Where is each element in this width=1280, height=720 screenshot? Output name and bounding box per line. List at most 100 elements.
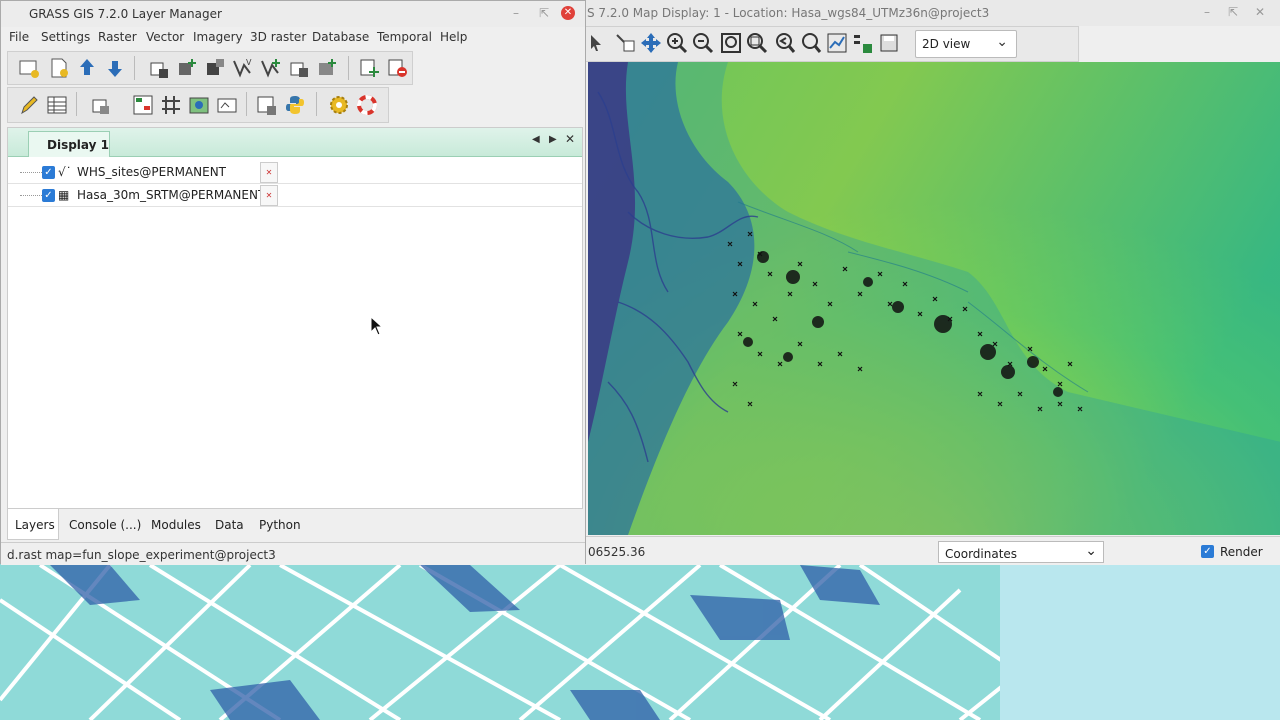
menu-vector[interactable]: Vector [146, 30, 184, 44]
help-lifebuoy-icon[interactable] [356, 94, 378, 116]
tab-python-label: Python [259, 518, 301, 532]
menu-file[interactable]: File [9, 30, 29, 44]
tab-scroll-left-icon[interactable]: ◀ [532, 134, 540, 145]
toolbar-separator [316, 92, 317, 116]
map-statusbar: 06525.36 Coordinates ⌄ ✓ Render [561, 536, 1280, 565]
checkbox-icon[interactable]: ✓ [42, 189, 55, 202]
tab-layers[interactable]: Layers [7, 509, 59, 540]
cartographic-composer-icon[interactable] [216, 94, 238, 116]
new-display-icon[interactable] [18, 57, 40, 79]
layer-manager-titlebar: GRASS GIS 7.2.0 Layer Manager – ⇱ ✕ [1, 1, 585, 27]
add-raster-misc-icon[interactable] [204, 57, 226, 79]
add-multiple-rasters-icon[interactable] [176, 57, 198, 79]
overlay-icon[interactable] [852, 32, 874, 54]
remove-layer-icon[interactable] [386, 57, 408, 79]
save-workspace-icon[interactable] [104, 57, 126, 79]
edit-vector-icon[interactable] [18, 94, 40, 116]
tree-connector [20, 172, 42, 173]
view-mode-value: 2D view [922, 37, 971, 51]
add-raster-icon[interactable] [148, 57, 170, 79]
layer-row[interactable]: ✓ ▦ Hasa_30m_SRTM@PERMANENT ✕ [8, 184, 582, 207]
menu-raster[interactable]: Raster [98, 30, 137, 44]
coordinate-readout: 06525.36 [588, 545, 646, 559]
layer-options-icon[interactable]: ✕ [260, 162, 278, 183]
view-mode-select[interactable]: 2D view ⌄ [915, 30, 1017, 58]
status-mode-value: Coordinates [945, 547, 1018, 561]
chevron-down-icon: ⌄ [996, 34, 1008, 50]
display-tabbar: Display 1 ◀ ▶ ✕ [8, 128, 582, 157]
layer-tools-icon[interactable] [188, 94, 210, 116]
graphical-modeler-icon[interactable] [132, 94, 154, 116]
render-toggle[interactable]: ✓ Render [1201, 544, 1263, 559]
menu-3d-raster[interactable]: 3D raster [250, 30, 306, 44]
gear-icon[interactable] [328, 94, 350, 116]
map-display-title: S 7.2.0 Map Display: 1 - Location: Hasa_… [587, 6, 990, 20]
save-display-icon[interactable] [878, 32, 900, 54]
maximize-icon[interactable]: ⇱ [539, 6, 549, 20]
tab-scroll-right-icon[interactable]: ▶ [549, 134, 557, 145]
map-toolbar: 2D view ⌄ [561, 26, 1079, 62]
tab-console[interactable]: Console (...) [61, 509, 141, 539]
add-group-icon[interactable] [316, 57, 338, 79]
toolbar-separator [76, 92, 77, 116]
vector-points-icon: √˙ [58, 165, 72, 179]
close-tab-icon[interactable]: ✕ [565, 132, 575, 146]
elevation-raster [588, 62, 1280, 535]
zoom-back-icon[interactable] [774, 32, 796, 54]
zoom-extent-icon[interactable] [720, 32, 742, 54]
map-display-window: S 7.2.0 Map Display: 1 - Location: Hasa_… [560, 0, 1280, 565]
menu-temporal[interactable]: Temporal [377, 30, 432, 44]
menu-help[interactable]: Help [440, 30, 467, 44]
analyze-icon[interactable] [826, 32, 848, 54]
grid-icon[interactable] [160, 94, 182, 116]
add-multiple-vectors-icon[interactable] [260, 57, 282, 79]
pointer-icon[interactable] [587, 32, 609, 54]
zoom-menu-icon[interactable] [800, 32, 822, 54]
chevron-down-icon: ⌄ [1085, 543, 1097, 559]
tab-display-1-label: Display 1 [47, 138, 109, 152]
georectify-icon[interactable] [90, 94, 112, 116]
menu-imagery[interactable]: Imagery [193, 30, 243, 44]
tab-modules-label: Modules [151, 518, 201, 532]
last-command: d.rast map=fun_slope_experiment@project3 [7, 548, 276, 562]
menu-settings[interactable]: Settings [41, 30, 90, 44]
checkbox-icon[interactable]: ✓ [1201, 545, 1214, 558]
status-mode-select[interactable]: Coordinates ⌄ [938, 541, 1104, 563]
menu-database[interactable]: Database [312, 30, 369, 44]
bottom-tabbar: Layers Console (...) Modules Data Python [7, 509, 581, 540]
zoom-out-icon[interactable] [692, 32, 714, 54]
map-canvas[interactable] [588, 62, 1280, 535]
zoom-in-icon[interactable] [666, 32, 688, 54]
layer-options-icon[interactable]: ✕ [260, 185, 278, 206]
open-workspace-icon[interactable] [76, 57, 98, 79]
tab-modules[interactable]: Modules [143, 509, 203, 539]
layer-manager-title: GRASS GIS 7.2.0 Layer Manager [29, 7, 222, 21]
tab-data[interactable]: Data [207, 509, 247, 539]
query-icon[interactable] [614, 32, 636, 54]
render-label: Render [1220, 544, 1263, 559]
layer-manager-window: GRASS GIS 7.2.0 Layer Manager – ⇱ ✕ File… [0, 0, 586, 565]
mouse-cursor-icon [370, 316, 384, 336]
attribute-table-icon[interactable] [46, 94, 68, 116]
tab-display-1[interactable]: Display 1 [28, 131, 110, 157]
add-overlay-icon[interactable] [358, 57, 380, 79]
command-statusbar: d.rast map=fun_slope_experiment@project3 [1, 542, 585, 565]
add-vector-icon[interactable]: V [232, 57, 254, 79]
new-workspace-icon[interactable] [48, 57, 70, 79]
close-icon[interactable]: ✕ [1255, 5, 1265, 19]
close-icon[interactable]: ✕ [561, 6, 575, 20]
layer-row[interactable]: ✓ √˙ WHS_sites@PERMANENT ✕ [8, 161, 582, 184]
display-notebook: Display 1 ◀ ▶ ✕ ✓ √˙ WHS_sites@PERMANENT… [7, 127, 583, 509]
minimize-icon[interactable]: – [1204, 5, 1210, 19]
launch-script-icon[interactable] [256, 94, 278, 116]
minimize-icon[interactable]: – [513, 6, 519, 20]
python-shell-icon[interactable] [284, 94, 306, 116]
pan-icon[interactable] [640, 32, 662, 54]
checkbox-icon[interactable]: ✓ [42, 166, 55, 179]
tab-python[interactable]: Python [251, 509, 307, 539]
menu-bar: File Settings Raster Vector Imagery 3D r… [1, 27, 585, 47]
toolbar-separator [134, 56, 135, 80]
zoom-region-icon[interactable] [746, 32, 768, 54]
add-vector-misc-icon[interactable] [288, 57, 310, 79]
maximize-icon[interactable]: ⇱ [1228, 5, 1238, 19]
